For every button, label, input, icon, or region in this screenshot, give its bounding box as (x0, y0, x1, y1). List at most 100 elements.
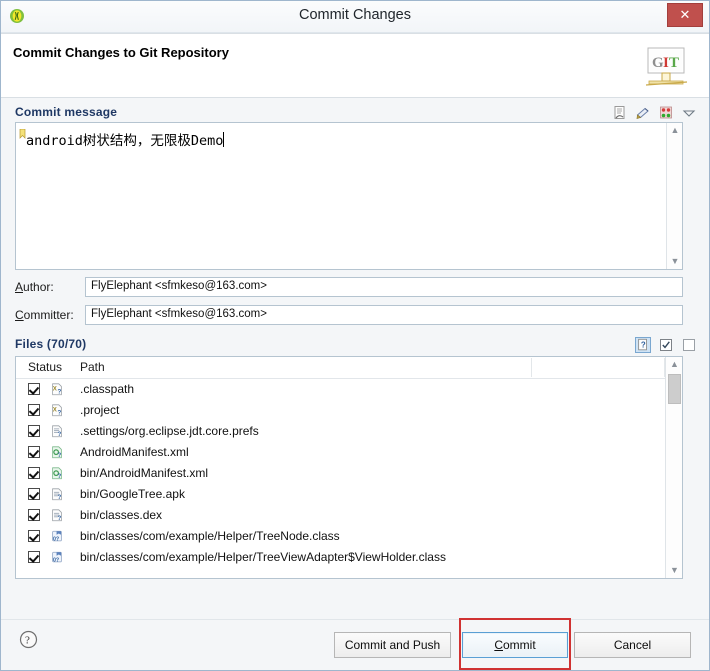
xml-untracked-icon: X? (50, 403, 64, 418)
change-id-icon[interactable] (635, 105, 651, 121)
svg-text:T: T (669, 55, 679, 71)
committer-label-rest: ommitter: (23, 308, 74, 322)
row-checkbox[interactable] (28, 551, 40, 563)
row-path: .project (80, 403, 120, 417)
svg-text:?: ? (58, 388, 62, 395)
author-label-rest: uthor: (23, 280, 54, 294)
author-label: Author: (15, 280, 54, 294)
row-checkbox[interactable] (28, 530, 40, 542)
view-menu-chevron-icon[interactable] (681, 105, 697, 121)
text-caret (223, 132, 225, 147)
table-row[interactable]: 0? bin/classes/com/example/Helper/TreeNod… (16, 526, 682, 547)
author-input[interactable]: FlyElephant <sfmkeso@163.com> (85, 277, 683, 297)
deselect-all-icon[interactable] (681, 337, 697, 353)
table-row[interactable]: X? .classpath (16, 379, 682, 400)
row-path: bin/AndroidManifest.xml (80, 466, 209, 480)
commit-button-mnemonic: C (494, 638, 503, 652)
commit-message-value: android树状结构，无限极Demo (26, 133, 224, 149)
cancel-button[interactable]: Cancel (574, 632, 691, 658)
table-row[interactable]: 0? bin/classes/com/example/Helper/TreeVie… (16, 547, 682, 568)
files-table-header: Status Path (16, 357, 682, 379)
files-row-list: X? .classpath X? .project? .settings/org.ecl… (16, 379, 682, 568)
commit-changes-dialog: Commit Changes ✕ Commit Changes to Git R… (0, 0, 710, 671)
svg-text:?: ? (58, 431, 62, 438)
class-untracked-icon: 0? (50, 550, 64, 565)
files-scroll-thumb[interactable] (668, 374, 681, 404)
commit-message-toolbar (612, 102, 697, 124)
amend-commit-icon[interactable] (658, 105, 674, 121)
row-checkbox[interactable] (28, 446, 40, 458)
window-title: Commit Changes (298, 7, 411, 23)
table-row[interactable]: ? bin/GoogleTree.apk (16, 484, 682, 505)
commit-message-label: Commit message (15, 105, 118, 119)
git-logo-icon: G I T (643, 42, 691, 90)
committer-input[interactable]: FlyElephant <sfmkeso@163.com> (85, 305, 683, 325)
select-all-icon[interactable] (658, 337, 674, 353)
title-bar: Commit Changes ✕ (1, 1, 709, 33)
svg-text:?: ? (58, 515, 62, 522)
android-xml-untracked-icon: ? (50, 445, 64, 460)
author-label-mnemonic: A (15, 280, 24, 294)
table-row[interactable]: ? .settings/org.eclipse.jdt.core.prefs (16, 421, 682, 442)
table-row[interactable]: X? .project (16, 400, 682, 421)
row-path: .classpath (80, 382, 135, 396)
row-checkbox[interactable] (28, 467, 40, 479)
files-label: Files (70/70) (15, 337, 87, 351)
files-toolbar: ? (635, 334, 697, 356)
committer-row: Committer: FlyElephant <sfmkeso@163.com> (15, 305, 683, 325)
message-marker-icon (19, 128, 26, 139)
row-checkbox[interactable] (28, 425, 40, 437)
banner-title: Commit Changes to Git Repository (13, 45, 229, 60)
files-scroll-up-arrow[interactable]: ▲ (666, 357, 682, 372)
row-path: bin/classes/com/example/Helper/TreeViewA… (80, 550, 446, 564)
xml-untracked-icon: X? (50, 382, 64, 397)
files-scrollbar[interactable]: ▲ ▼ (665, 357, 682, 578)
svg-text:?: ? (25, 635, 30, 647)
dialog-banner: Commit Changes to Git Repository G I T (1, 33, 709, 98)
scroll-up-arrow[interactable]: ▲ (667, 123, 683, 138)
files-scroll-down-arrow[interactable]: ▼ (666, 563, 682, 578)
prefs-untracked-icon: ? (50, 424, 64, 439)
class-untracked-icon: 0? (50, 529, 64, 544)
row-path: bin/GoogleTree.apk (80, 487, 185, 501)
row-checkbox[interactable] (28, 509, 40, 521)
file-untracked-icon: ? (50, 508, 64, 523)
committer-label: Committer: (15, 308, 74, 322)
svg-text:?: ? (58, 494, 62, 501)
table-row[interactable]: ? bin/classes.dex (16, 505, 682, 526)
help-icon[interactable]: ? (19, 630, 38, 649)
row-checkbox[interactable] (28, 383, 40, 395)
author-row: Author: FlyElephant <sfmkeso@163.com> (15, 277, 683, 297)
commit-message-text: android树状结构，无限极Demo (26, 129, 225, 149)
scroll-down-arrow[interactable]: ▼ (667, 254, 683, 269)
row-checkbox[interactable] (28, 404, 40, 416)
table-row[interactable]: ? bin/AndroidManifest.xml (16, 463, 682, 484)
commit-message-section-header: Commit message (1, 102, 709, 124)
svg-text:?: ? (58, 452, 62, 459)
svg-text:0?: 0? (53, 558, 59, 564)
committer-label-mnemonic: C (15, 308, 24, 322)
column-header-status[interactable]: Status (28, 360, 62, 374)
files-section-header: Files (70/70) ? (1, 334, 709, 356)
signed-off-icon[interactable] (612, 105, 628, 121)
show-untracked-files-icon[interactable]: ? (635, 337, 651, 353)
file-untracked-icon: ? (50, 487, 64, 502)
commit-button-rest: ommit (503, 638, 536, 652)
row-path: bin/classes.dex (80, 508, 163, 522)
dialog-body: Commit message android树状结构，无限极Demo ▲ ▼ A… (1, 98, 709, 619)
column-header-path[interactable]: Path (80, 360, 105, 374)
commit-message-scrollbar[interactable]: ▲ ▼ (666, 123, 682, 269)
row-path: AndroidManifest.xml (80, 445, 189, 459)
commit-message-input[interactable]: android树状结构，无限极Demo ▲ ▼ (15, 122, 683, 270)
column-divider[interactable] (531, 358, 532, 377)
android-xml-untracked-icon: ? (50, 466, 64, 481)
close-button[interactable]: ✕ (667, 3, 703, 27)
row-checkbox[interactable] (28, 488, 40, 500)
commit-and-push-button[interactable]: Commit and Push (334, 632, 451, 658)
table-row[interactable]: ? AndroidManifest.xml (16, 442, 682, 463)
svg-text:?: ? (58, 473, 62, 480)
files-table: Status Path X? .classpath X? .project? .sett… (15, 356, 683, 579)
row-path: bin/classes/com/example/Helper/TreeNode.… (80, 529, 340, 543)
row-path: .settings/org.eclipse.jdt.core.prefs (80, 424, 259, 438)
commit-button[interactable]: Commit (462, 632, 568, 658)
